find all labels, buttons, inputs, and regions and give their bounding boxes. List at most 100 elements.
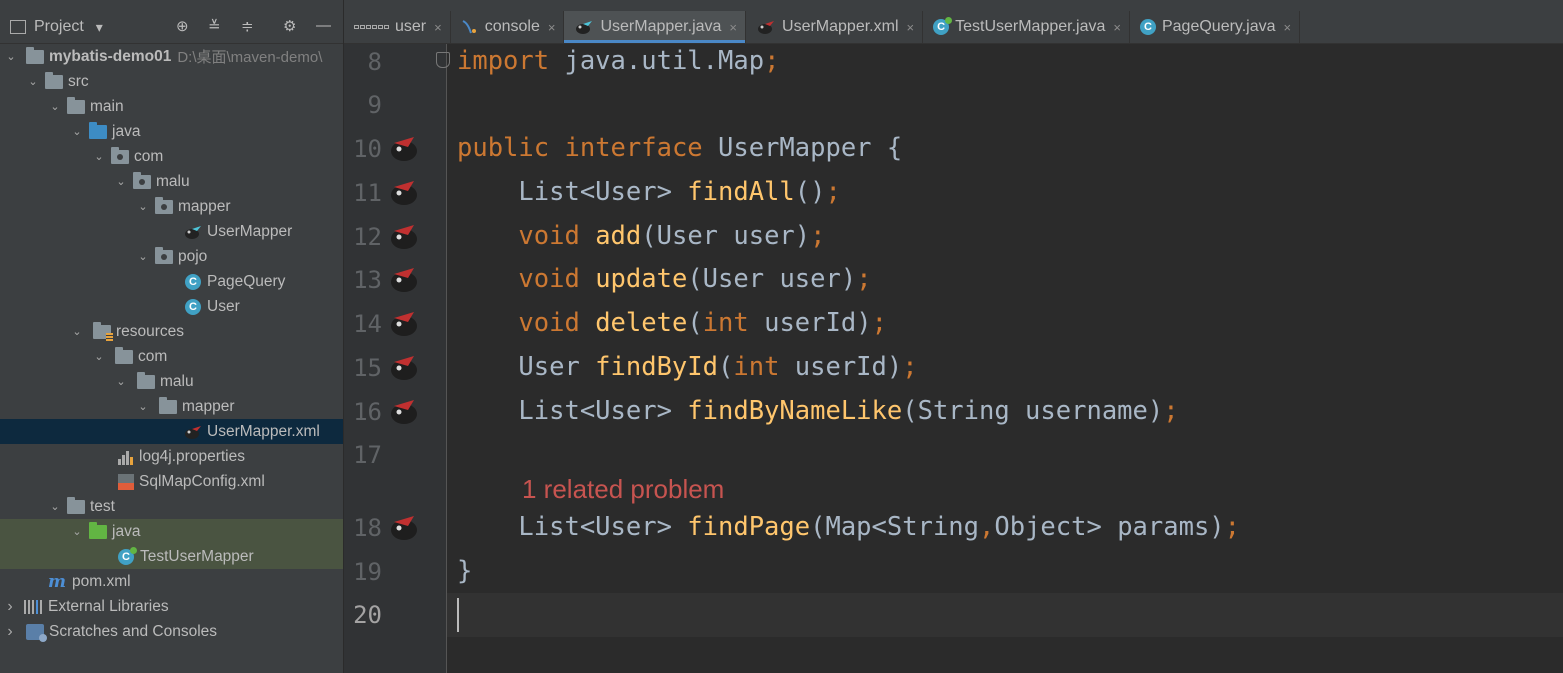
tree-item-usermapper-xml[interactable]: UserMapper.xml — [0, 419, 343, 444]
line-number: 18 — [353, 514, 382, 542]
editor-tabs: user × console × UserMapper.java × UserM… — [344, 11, 1563, 44]
close-icon[interactable]: × — [907, 20, 915, 35]
chevron-down-icon[interactable]: ⌄ — [3, 50, 19, 63]
close-icon[interactable]: × — [1284, 20, 1292, 35]
locate-icon[interactable]: ⊕ — [176, 17, 189, 35]
tree-item-malu[interactable]: ⌄ malu — [0, 369, 343, 394]
chevron-down-icon[interactable]: ⌄ — [69, 525, 85, 538]
close-icon[interactable]: × — [548, 20, 556, 35]
chevron-down-icon[interactable]: ⌄ — [47, 500, 63, 513]
tree-item-label: PageQuery — [207, 272, 286, 290]
tree-item-usermapper[interactable]: UserMapper — [0, 219, 343, 244]
mybatis-navigate-icon[interactable] — [388, 352, 420, 382]
scratches-icon — [26, 623, 47, 642]
tab-console[interactable]: console × — [451, 11, 565, 43]
tab-testusermapper-java[interactable]: C TestUserMapper.java × — [923, 11, 1130, 43]
chevron-down-icon[interactable]: ⌄ — [135, 200, 151, 213]
chevron-down-icon[interactable]: ⌄ — [69, 125, 85, 138]
tab-label: console — [484, 18, 540, 35]
tree-item-label: Scratches and Consoles — [49, 622, 218, 640]
tree-item-pom[interactable]: m pom.xml — [0, 569, 343, 594]
line-number: 17 — [353, 441, 382, 469]
chevron-down-icon[interactable]: ⌄ — [113, 375, 129, 388]
mybatis-navigate-icon[interactable] — [388, 264, 420, 294]
tab-usermapper-java[interactable]: UserMapper.java × — [564, 11, 747, 43]
project-panel-title[interactable]: Project — [34, 18, 84, 36]
tab-usermapper-xml[interactable]: UserMapper.xml × — [746, 11, 924, 43]
related-problem-hint[interactable]: 1 related problem — [522, 474, 724, 505]
project-view-icon — [10, 20, 26, 34]
mybatis-navigate-icon[interactable] — [388, 221, 420, 251]
tree-item-resources[interactable]: ⌄ resources — [0, 319, 343, 344]
close-icon[interactable]: × — [434, 20, 442, 35]
tree-item-label: main — [90, 97, 124, 115]
code-line: void delete(int userId); — [518, 308, 887, 338]
tree-item-test-java[interactable]: ⌄ java — [0, 519, 343, 544]
tab-user[interactable]: user × — [344, 11, 451, 43]
folder-icon — [67, 496, 85, 514]
tree-item-java[interactable]: ⌄ java — [0, 119, 343, 144]
test-class-icon: C — [933, 17, 953, 35]
tree-item-label: com — [138, 347, 168, 365]
tab-pagequery-java[interactable]: C PageQuery.java × — [1130, 11, 1301, 43]
mybatis-navigate-icon[interactable] — [388, 512, 420, 542]
chevron-down-icon[interactable]: ⌄ — [135, 400, 151, 413]
line-number: 14 — [353, 310, 382, 338]
tree-item-src[interactable]: ⌄ src — [0, 69, 343, 94]
collapse-all-icon[interactable]: ≑ — [241, 17, 254, 35]
chevron-down-icon[interactable]: ▾ — [96, 19, 103, 36]
tree-item-user[interactable]: C User — [0, 294, 343, 319]
mybatis-navigate-icon[interactable] — [388, 133, 420, 163]
mybatis-interface-icon — [574, 18, 594, 36]
tree-item-malu[interactable]: ⌄ malu — [0, 169, 343, 194]
chevron-down-icon[interactable]: ⌄ — [47, 100, 63, 113]
properties-icon — [118, 449, 134, 465]
close-icon[interactable]: × — [729, 20, 737, 35]
tree-item-test[interactable]: ⌄ test — [0, 494, 343, 519]
code-editor[interactable]: import java.util.Map; public interface U… — [436, 44, 1563, 673]
tree-item-com[interactable]: ⌄ com — [0, 344, 343, 369]
tree-item-log4j[interactable]: log4j.properties — [0, 444, 343, 469]
tree-item-main[interactable]: ⌄ main — [0, 94, 343, 119]
package-icon — [155, 196, 173, 214]
chevron-right-icon[interactable]: › — [2, 598, 18, 616]
mybatis-navigate-icon[interactable] — [388, 308, 420, 338]
tree-item-label: mapper — [182, 397, 235, 415]
tree-item-pagequery[interactable]: C PageQuery — [0, 269, 343, 294]
close-icon[interactable]: × — [1113, 20, 1121, 35]
chevron-right-icon[interactable]: › — [2, 623, 18, 641]
fold-marker-icon[interactable] — [436, 52, 450, 68]
tree-item-label: mybatis-demo01 — [49, 47, 172, 65]
expand-all-icon[interactable]: ≚ — [208, 17, 221, 35]
tree-item-mapper[interactable]: ⌄ mapper — [0, 194, 343, 219]
class-icon: C — [185, 298, 201, 315]
chevron-down-icon[interactable]: ⌄ — [113, 175, 129, 188]
minimize-icon[interactable]: — — [316, 17, 331, 34]
mybatis-navigate-icon[interactable] — [388, 177, 420, 207]
chevron-down-icon[interactable]: ⌄ — [91, 150, 107, 163]
tree-item-pojo[interactable]: ⌄ pojo — [0, 244, 343, 269]
folder-icon — [115, 346, 133, 364]
test-class-icon: C — [118, 546, 137, 565]
tree-item-label: pojo — [178, 247, 208, 265]
tree-item-sqlmapconfig[interactable]: SqlMapConfig.xml — [0, 469, 343, 494]
chevron-down-icon[interactable]: ⌄ — [69, 325, 85, 338]
chevron-down-icon[interactable]: ⌄ — [91, 350, 107, 363]
chevron-down-icon[interactable]: ⌄ — [25, 75, 41, 88]
code-line: List<User> findAll(); — [457, 177, 841, 207]
tree-item-label: resources — [116, 322, 185, 340]
tree-item-external-libraries[interactable]: › External Libraries — [0, 594, 343, 619]
current-line-highlight — [447, 593, 1563, 637]
line-number: 12 — [353, 223, 382, 251]
chevron-down-icon[interactable]: ⌄ — [135, 250, 151, 263]
tree-item-label: pom.xml — [72, 572, 131, 590]
mybatis-navigate-icon[interactable] — [388, 396, 420, 426]
tree-item-scratches[interactable]: › Scratches and Consoles — [0, 619, 343, 644]
tree-item-mapper[interactable]: ⌄ mapper — [0, 394, 343, 419]
tree-item-com[interactable]: ⌄ com — [0, 144, 343, 169]
tree-item-testusermapper[interactable]: C TestUserMapper — [0, 544, 343, 569]
gear-icon[interactable]: ⚙ — [283, 17, 296, 35]
tree-item-mybatis-demo01[interactable]: ⌄ mybatis-demo01 D:\桌面\maven-demo\ — [0, 44, 343, 69]
line-number: 8 — [367, 48, 382, 76]
mybatis-xml-icon — [756, 18, 776, 36]
